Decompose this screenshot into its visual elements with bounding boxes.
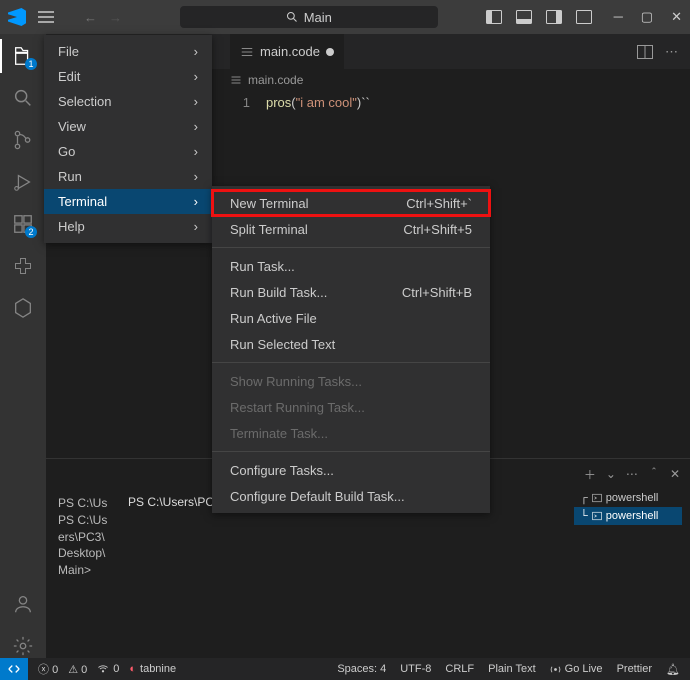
- minimize-icon[interactable]: ─: [614, 9, 623, 25]
- chevron-right-icon: ›: [194, 194, 198, 209]
- search-activity-icon[interactable]: [11, 86, 35, 110]
- menu-item-go[interactable]: Go›: [44, 139, 212, 164]
- file-icon: [230, 74, 242, 86]
- title-bar: ← → Main ─ ▢ ✕: [0, 0, 690, 34]
- shortcut-label: Ctrl+Shift+B: [402, 285, 472, 300]
- file-icon: [240, 45, 254, 59]
- shell-icon: [592, 511, 602, 521]
- submenu-item: Terminate Task...: [212, 420, 490, 446]
- menu-separator: [212, 451, 490, 452]
- menu-item-view[interactable]: View›: [44, 114, 212, 139]
- tab-label: main.code: [260, 44, 320, 59]
- explorer-badge: 1: [25, 58, 37, 70]
- status-bell-icon[interactable]: 🔔︎: [666, 663, 680, 676]
- status-tabnine[interactable]: ◐tabnine: [129, 663, 176, 675]
- more-icon[interactable]: ⋯: [665, 44, 678, 60]
- explorer-icon[interactable]: 1: [11, 44, 35, 68]
- menu-item-terminal[interactable]: Terminal›: [44, 189, 212, 214]
- remote-icon[interactable]: [0, 658, 28, 680]
- chevron-right-icon: ›: [194, 44, 198, 59]
- term-close-icon[interactable]: ✕: [670, 467, 680, 481]
- maximize-icon[interactable]: ▢: [641, 9, 653, 25]
- terminal-left-col[interactable]: PS C:\Us PS C:\Us ers\PC3\ Desktop\ Main…: [58, 495, 128, 579]
- run-debug-icon[interactable]: [11, 170, 35, 194]
- python-icon[interactable]: [11, 254, 35, 278]
- command-center-text: Main: [304, 10, 332, 25]
- menu-hamburger[interactable]: [34, 5, 58, 29]
- submenu-item[interactable]: New TerminalCtrl+Shift+`: [212, 190, 490, 216]
- scm-icon[interactable]: [11, 128, 35, 152]
- chevron-right-icon: ›: [194, 144, 198, 159]
- gear-icon[interactable]: [11, 634, 35, 658]
- tab-dirty-dot-icon: [326, 48, 334, 56]
- nav-forward-icon[interactable]: →: [109, 10, 122, 25]
- term-add-icon[interactable]: ＋: [584, 466, 596, 483]
- chevron-right-icon: ›: [194, 169, 198, 184]
- hex-icon[interactable]: [11, 296, 35, 320]
- submenu-item: Restart Running Task...: [212, 394, 490, 420]
- menu-item-help[interactable]: Help›: [44, 214, 212, 239]
- submenu-item[interactable]: Run Build Task...Ctrl+Shift+B: [212, 279, 490, 305]
- menu-item-file[interactable]: File›: [44, 39, 212, 64]
- tab-main-code[interactable]: main.code: [230, 34, 344, 69]
- layout-left-icon[interactable]: [486, 10, 502, 24]
- command-center[interactable]: Main: [179, 5, 439, 29]
- shell-icon: [592, 493, 602, 503]
- split-editor-icon[interactable]: [637, 45, 653, 59]
- layout-right-icon[interactable]: [546, 10, 562, 24]
- close-icon[interactable]: ✕: [671, 9, 682, 25]
- chevron-right-icon: ›: [194, 69, 198, 84]
- extensions-icon[interactable]: 2: [11, 212, 35, 236]
- vscode-logo-icon: [8, 8, 26, 26]
- submenu-item[interactable]: Run Active File: [212, 305, 490, 331]
- chevron-right-icon: ›: [194, 219, 198, 234]
- menu-item-selection[interactable]: Selection›: [44, 89, 212, 114]
- status-warnings[interactable]: ⚠ 0: [68, 663, 87, 676]
- status-eol[interactable]: CRLF: [445, 663, 474, 675]
- status-encoding[interactable]: UTF-8: [400, 663, 431, 675]
- breadcrumb-file: main.code: [248, 73, 303, 87]
- status-bar: ⓧ 0 ⚠ 0 0 ◐tabnine Spaces: 4 UTF-8 CRLF …: [0, 658, 690, 680]
- status-lang[interactable]: Plain Text: [488, 663, 536, 675]
- submenu-item[interactable]: Run Selected Text: [212, 331, 490, 357]
- activity-bar: 1 2: [0, 34, 46, 658]
- menu-separator: [212, 247, 490, 248]
- status-golive[interactable]: Go Live: [550, 663, 603, 675]
- line-number: 1: [230, 95, 266, 110]
- chevron-right-icon: ›: [194, 94, 198, 109]
- status-prettier[interactable]: Prettier: [617, 663, 652, 675]
- term-chevron-up-icon[interactable]: ＾: [648, 466, 660, 483]
- search-icon: [286, 11, 298, 23]
- term-more-icon[interactable]: ⋯: [626, 467, 638, 481]
- submenu-item[interactable]: Run Task...: [212, 253, 490, 279]
- layout-bottom-icon[interactable]: [516, 10, 532, 24]
- terminal-submenu: New TerminalCtrl+Shift+`Split TerminalCt…: [212, 186, 490, 513]
- nav-back-icon[interactable]: ←: [84, 10, 97, 25]
- submenu-item: Show Running Tasks...: [212, 368, 490, 394]
- layout-customize-icon[interactable]: [576, 10, 592, 24]
- submenu-item[interactable]: Configure Tasks...: [212, 457, 490, 483]
- main-menu: File›Edit›Selection›View›Go›Run›Terminal…: [44, 35, 212, 243]
- ext-badge: 2: [25, 226, 37, 238]
- status-spaces[interactable]: Spaces: 4: [337, 663, 386, 675]
- submenu-item[interactable]: Split TerminalCtrl+Shift+5: [212, 216, 490, 242]
- terminal-shell-item[interactable]: ┌powershell: [574, 489, 682, 507]
- terminal-side-list: ┌powershell └powershell: [574, 489, 682, 525]
- terminal-shell-item[interactable]: └powershell: [574, 507, 682, 525]
- menu-item-edit[interactable]: Edit›: [44, 64, 212, 89]
- shortcut-label: Ctrl+Shift+5: [403, 222, 472, 237]
- status-ports[interactable]: 0: [97, 663, 119, 675]
- status-errors[interactable]: ⓧ 0: [38, 661, 58, 677]
- radio-icon: [97, 663, 109, 675]
- broadcast-icon: [550, 664, 561, 675]
- menu-separator: [212, 362, 490, 363]
- chevron-right-icon: ›: [194, 119, 198, 134]
- account-icon[interactable]: [11, 592, 35, 616]
- submenu-item[interactable]: Configure Default Build Task...: [212, 483, 490, 509]
- shortcut-label: Ctrl+Shift+`: [406, 196, 472, 211]
- menu-item-run[interactable]: Run›: [44, 164, 212, 189]
- term-chevron-down-icon[interactable]: ⌄: [606, 467, 616, 481]
